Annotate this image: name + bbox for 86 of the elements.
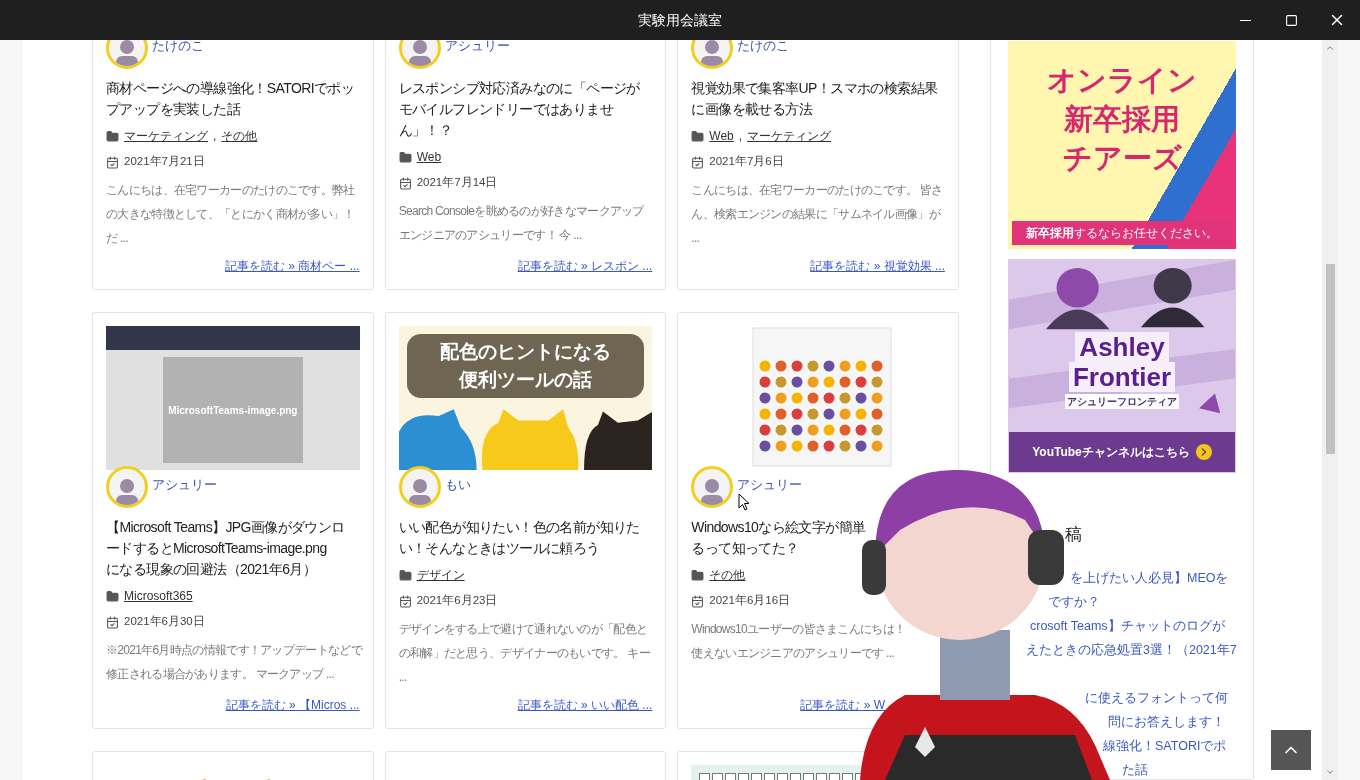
banner-headline: 新卒採用 xyxy=(1064,102,1180,137)
calendar-icon xyxy=(691,594,705,608)
avatar xyxy=(398,466,441,508)
post-date: 2021年6月16日 xyxy=(709,593,791,609)
category-link[interactable]: その他 xyxy=(221,127,258,145)
folder-icon xyxy=(398,150,412,164)
category-link[interactable]: その他 xyxy=(709,566,746,584)
post-title[interactable]: 【Microsoft Teams】JPG画像がダウンロ ードするとMicrosoftTeams-image.png になる現象の回避法（2021年6月） xyxy=(106,517,345,580)
read-more-link[interactable]: 記事を読む » W xyxy=(800,696,885,714)
post-excerpt: Windows10ユーザーの皆さまこんにちは！ 使えないエンジニアのアシュリーです ... xyxy=(691,621,906,662)
recent-post-link[interactable]: ですか？ xyxy=(1048,590,1100,614)
eyecatch-text: 配色のヒントになる xyxy=(440,340,611,364)
category-link[interactable]: マーケティング xyxy=(747,127,832,145)
category-link[interactable]: デザイン xyxy=(416,566,465,584)
post-title[interactable]: レスポンシブ対応済みなのに「ページが モバイルフレンドリーではありませ ん」！？ xyxy=(398,78,640,141)
banner-title: Frontier xyxy=(1068,362,1176,392)
banner-headline: チアーズ xyxy=(1062,141,1182,176)
post-date: 2021年7月6日 xyxy=(709,154,784,170)
banner-subtitle: アシュリーフロンティア xyxy=(1065,394,1179,409)
post-date: 2021年7月21日 xyxy=(124,154,205,170)
calendar-icon xyxy=(398,594,412,608)
category-link[interactable]: Web xyxy=(709,127,734,145)
mouse-cursor-icon xyxy=(738,493,750,511)
banner-headline: オンライン xyxy=(1047,63,1197,98)
recruit-banner[interactable]: オンライン 新卒採用 チアーズ 新卒採用するならお任せください。 xyxy=(1008,41,1236,249)
post-date: 2021年6月30日 xyxy=(124,614,205,630)
post-excerpt: Search Consoleを眺めるのが好きなマークアップ エンジニアのアシュリーです！ 今 ... xyxy=(398,203,644,244)
read-more-link[interactable]: 記事を読む » いい配色 ... xyxy=(517,696,653,714)
recent-post-link[interactable]: を上げたい人必見】MEOを xyxy=(1070,566,1229,590)
recent-post-link[interactable]: に使えるフォントって何 xyxy=(1085,686,1228,710)
banner-tagline: 新卒採用するならお任せください。 xyxy=(1026,225,1218,242)
read-more-link[interactable]: 記事を読む » レスポン ... xyxy=(517,257,653,275)
category-link[interactable]: Web xyxy=(416,148,442,166)
author-name[interactable]: たけのこ xyxy=(737,40,790,56)
minimize-icon xyxy=(1239,19,1251,21)
post-date: 2021年7月14日 xyxy=(416,175,498,191)
folder-icon xyxy=(691,568,705,582)
post-date: 2021年6月23日 xyxy=(416,593,498,609)
recent-post-link[interactable]: crosoft Teams】チャットのログが xyxy=(1030,614,1225,638)
category-link[interactable]: Microsoft365 xyxy=(124,587,193,605)
author-name[interactable]: アシュリー xyxy=(737,475,803,495)
avatar xyxy=(106,466,148,508)
category-link[interactable]: マーケティング xyxy=(124,127,208,145)
scroll-down-icon[interactable] xyxy=(1325,767,1335,777)
folder-icon xyxy=(398,568,412,582)
scrollbar-thumb[interactable] xyxy=(1325,264,1335,454)
folder-icon xyxy=(106,129,119,143)
post-excerpt: こんにちは、在宅ワーカーのたけのこです。 皆さ ん、検索エンジンの結果に「サムネイル画像」が ... xyxy=(691,182,943,247)
image-caption: MicrosoftTeams-image.png xyxy=(168,403,298,418)
avatar xyxy=(691,466,734,508)
post-excerpt: ※2021年6月時点の情報です！アップデートなどで 修正される場合があります。 マークアップ ... xyxy=(106,642,362,683)
calendar-icon xyxy=(106,615,119,629)
maximize-icon xyxy=(1284,13,1298,27)
post-title[interactable]: Windows10なら絵文字が簡単 るって知ってた？ xyxy=(691,517,866,559)
section-heading: 稿 xyxy=(1065,524,1082,546)
post-title[interactable]: いい配色が知りたい！色の名前が知りた い！そんなときはツールに頼ろう xyxy=(398,517,640,559)
read-more-link[interactable]: 記事を読む » 商材ペー ... xyxy=(224,257,360,275)
folder-icon xyxy=(691,129,705,143)
folder-icon xyxy=(106,589,119,603)
recent-post-link[interactable]: えたときの応急処置3選！（2021年7 xyxy=(1026,638,1237,662)
post-title[interactable]: 視覚効果で集客率UP！スマホの検索結果 に画像を載せる方法 xyxy=(691,78,938,120)
recent-post-link[interactable]: 問にお答えします！ xyxy=(1108,710,1225,734)
calendar-icon xyxy=(106,155,119,169)
author-name[interactable]: アシュリー xyxy=(444,40,510,56)
recent-post-link[interactable]: 線強化！SATORIでポ xyxy=(1103,734,1227,758)
post-excerpt: デザインをする上で避けて通れないのが「配色と の和解」だと思う、デザイナーのもいです。 キー ... xyxy=(398,621,650,686)
category-separator: , xyxy=(213,128,217,145)
read-more-link[interactable]: 記事を読む » 視覚効果 ... xyxy=(810,257,945,275)
author-name[interactable]: たけのこ xyxy=(152,40,204,56)
author-name[interactable]: もい xyxy=(444,475,471,495)
scroll-up-icon[interactable] xyxy=(1325,43,1335,53)
window-title: 実験用会議室 xyxy=(638,10,722,30)
channel-banner[interactable]: Ashley Frontier アシュリーフロンティア YouTubeチャンネルはこちら xyxy=(1008,259,1236,473)
post-title[interactable]: 商材ページへの導線強化！SATORIでポッ プアップを実装した話 xyxy=(106,78,355,120)
banner-title: Ashley xyxy=(1075,332,1169,362)
scroll-to-top-button[interactable] xyxy=(1271,730,1311,770)
read-more-link[interactable]: 記事を読む » 【Micros ... xyxy=(225,696,360,714)
calendar-icon xyxy=(398,176,412,190)
post-excerpt: こんにちは、在宅ワーカーのたけのこです。弊社 の大きな特徴として、「とにかく商材が多い」！ だ ... xyxy=(106,182,355,247)
banner-footer: YouTubeチャンネルはこちら xyxy=(1032,443,1190,461)
recent-post-link[interactable]: た話 xyxy=(1122,758,1148,780)
eyecatch-text: 便利ツールの話 xyxy=(459,368,592,392)
category-separator: , xyxy=(738,128,743,145)
calendar-icon xyxy=(691,155,705,169)
author-name[interactable]: アシュリー xyxy=(152,475,217,495)
scrollbar[interactable] xyxy=(1322,40,1338,780)
